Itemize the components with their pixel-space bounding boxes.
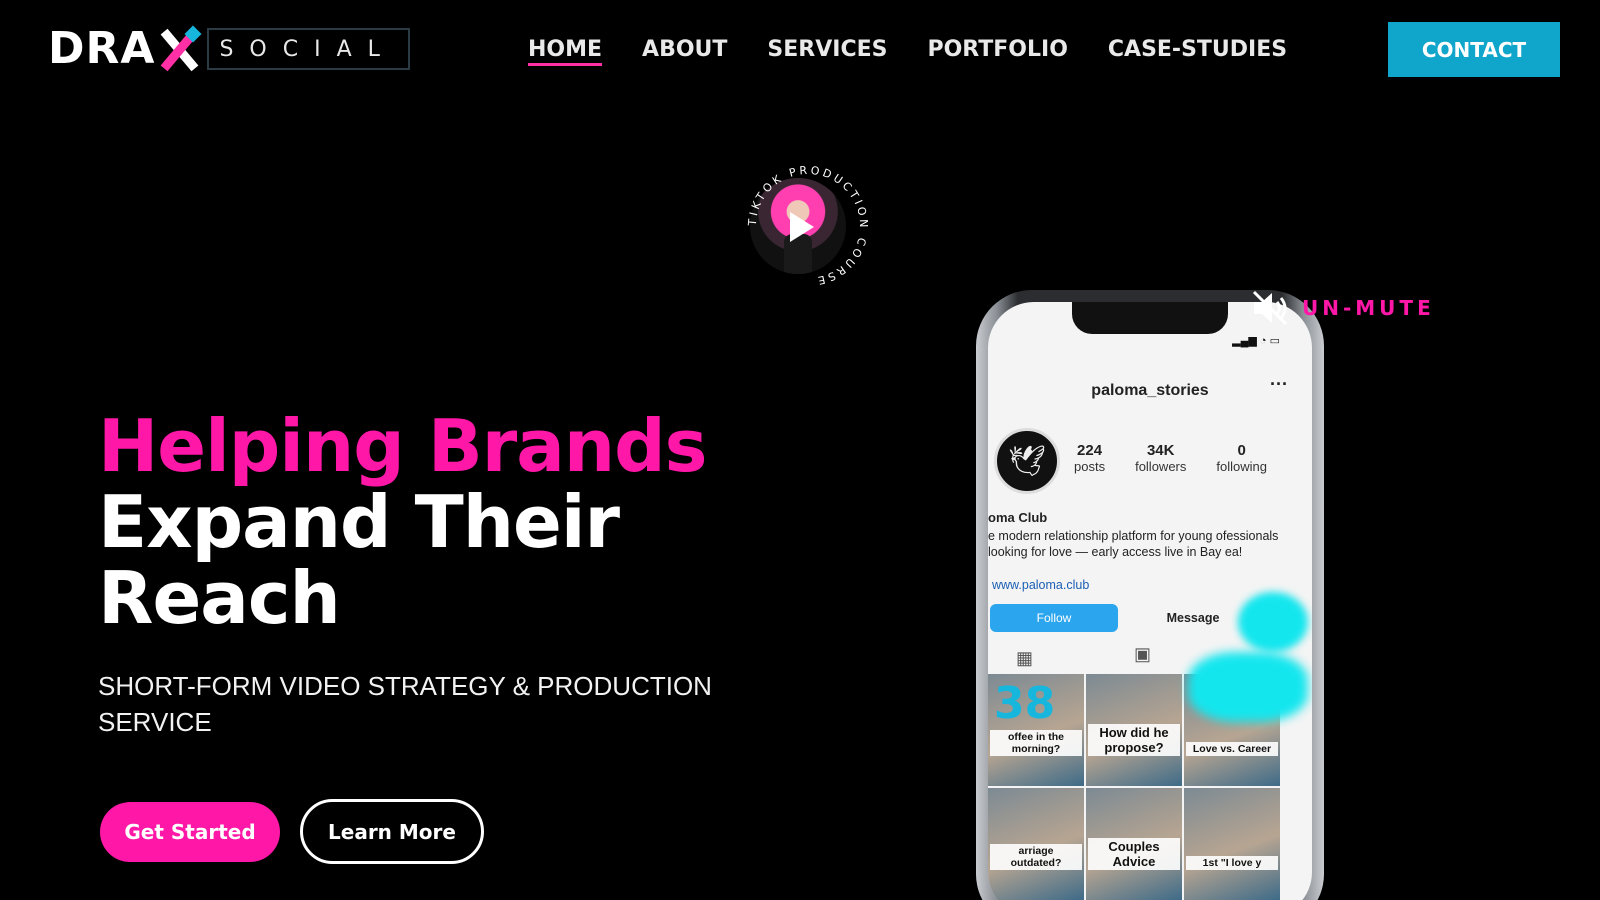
- stat-following: 0 following: [1216, 442, 1267, 474]
- speaker-muted-icon: [1252, 290, 1288, 326]
- profile-username: paloma_stories: [1091, 382, 1209, 399]
- nav-case-studies[interactable]: CASE-STUDIES: [1108, 30, 1287, 70]
- course-video-badge[interactable]: TIKTOK PRODUCTION COURSE: [742, 160, 874, 292]
- learn-more-button[interactable]: Learn More: [300, 799, 484, 864]
- profile-name: oma Club: [988, 510, 1048, 525]
- brand-logo[interactable]: DRA SOCIAL: [48, 23, 410, 74]
- post-tile: Couples Advice: [1086, 788, 1182, 900]
- phone-notch: [1072, 302, 1228, 334]
- more-options-icon: ···: [1270, 374, 1288, 394]
- profile-stats: 224 posts 34K followers 0 following: [1074, 442, 1267, 474]
- profile-link: www.paloma.club: [992, 578, 1090, 592]
- main-nav: HOME ABOUT SERVICES PORTFOLIO CASE-STUDI…: [528, 30, 1287, 70]
- hero-title-line2: Expand Their: [98, 480, 620, 564]
- reels-tab-icon: ▣: [1134, 644, 1152, 664]
- svg-text:TIKTOK PRODUCTION COURSE: TIKTOK PRODUCTION COURSE: [746, 164, 870, 288]
- profile-avatar: 🕊: [994, 428, 1060, 494]
- nav-about[interactable]: ABOUT: [642, 30, 727, 70]
- phone-screen: ▂▄▆ ◔ ▭ paloma_stories ··· 🕊 224 posts 34…: [988, 302, 1312, 900]
- logo-x-mark: [157, 25, 202, 72]
- status-icons: ▂▄▆ ◔ ▭: [1232, 335, 1280, 347]
- cyan-overlay: [1188, 652, 1308, 722]
- grid-tab-icon: ▦: [1016, 648, 1034, 668]
- post-tile: 1st "I love y: [1184, 788, 1280, 900]
- logo-wordmark: DRA: [48, 23, 156, 74]
- nav-services[interactable]: SERVICES: [767, 30, 887, 70]
- unmute-label: UN-MUTE: [1302, 296, 1435, 320]
- logo-social-label: SOCIAL: [207, 28, 410, 70]
- message-button: Message: [1134, 604, 1252, 632]
- hero-title-line3: Reach: [98, 556, 341, 640]
- follow-button: Follow: [990, 604, 1118, 632]
- contact-button[interactable]: CONTACT: [1388, 22, 1560, 77]
- hero-title-line1: Helping Brands: [98, 404, 707, 488]
- stat-posts: 224 posts: [1074, 442, 1106, 474]
- post-tile: How did he propose?: [1086, 674, 1182, 786]
- unmute-control[interactable]: UN-MUTE: [1250, 288, 1435, 328]
- cyan-overlay: [1238, 592, 1308, 652]
- get-started-button[interactable]: Get Started: [100, 802, 280, 862]
- hero-subtitle: SHORT-FORM VIDEO STRATEGY & PRODUCTION S…: [98, 671, 712, 737]
- profile-bio: e modern relationship platform for young…: [988, 529, 1279, 559]
- nav-home[interactable]: HOME: [528, 30, 603, 70]
- phone-mockup: ▂▄▆ ◔ ▭ paloma_stories ··· 🕊 224 posts 34…: [976, 290, 1324, 900]
- post-tile: 38 offee in the morning?: [988, 674, 1084, 786]
- nav-portfolio[interactable]: PORTFOLIO: [927, 30, 1067, 70]
- hero-title: Helping Brands Expand Their Reach: [98, 404, 707, 640]
- post-tile: arriage outdated?: [988, 788, 1084, 900]
- stat-followers: 34K followers: [1135, 442, 1187, 474]
- ring-text: TIKTOK PRODUCTION COURSE: [746, 164, 870, 288]
